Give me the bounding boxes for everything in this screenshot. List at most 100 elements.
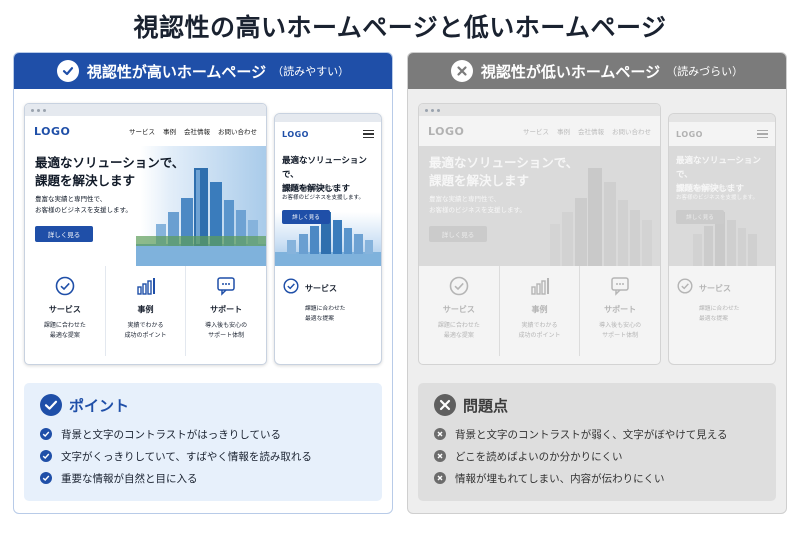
mobile-card-desc: 課題に合わせた 最適な提案 bbox=[305, 306, 346, 322]
nav-link-contact[interactable]: お問い合わせ bbox=[218, 126, 257, 136]
check-icon bbox=[40, 428, 52, 440]
card-desc: 課題に合わせた 最適な提案 bbox=[43, 322, 86, 339]
hamburger-menu-icon[interactable] bbox=[757, 130, 768, 138]
nav-link-company[interactable]: 会社情報 bbox=[578, 126, 604, 136]
hero-heading: 最適なソリューションで、 課題を解決します bbox=[35, 155, 185, 188]
x-icon bbox=[434, 472, 446, 484]
good-panel-title: 視認性が高いホームページ bbox=[86, 62, 267, 81]
x-circle-icon bbox=[450, 60, 473, 82]
bad-panel-title: 視認性が低いホームページ bbox=[480, 62, 661, 81]
check-circle-icon bbox=[55, 276, 75, 296]
check-icon bbox=[40, 450, 52, 462]
mobile-card-title: サービス bbox=[305, 283, 337, 293]
phone-chrome bbox=[669, 114, 775, 122]
feature-cards: サービス 課題に合わせた 最適な提案 事例 実績でわかる 成功のポイント サポート … bbox=[419, 266, 660, 356]
feature-card-cases[interactable]: 事例 実績でわかる 成功のポイント bbox=[500, 266, 581, 356]
learn-more-button[interactable]: 詳しく見る bbox=[429, 226, 487, 242]
desktop-mockup: LOGO サービス 事例 会社情報 お問い合わせ 最適なソリューションで、 課題… bbox=[418, 103, 661, 365]
card-title: サービス bbox=[48, 305, 81, 314]
points-box: ポイント 背景と文字のコントラストがはっきりしている 文字がくっきりしていて、す… bbox=[24, 383, 382, 501]
card-desc: 実績でわかる 成功のポイント bbox=[518, 322, 561, 339]
card-desc: 実績でわかる 成功のポイント bbox=[124, 322, 167, 339]
feature-card-support[interactable]: サポート 導入後も安心の サポート体制 bbox=[186, 266, 266, 356]
mobile-service-card[interactable]: サービス 課題に合わせた 最適な提案 bbox=[669, 266, 775, 324]
hero-heading: 最適なソリューションで、 課題を解決します bbox=[429, 155, 579, 188]
x-circle-icon bbox=[434, 394, 456, 416]
feature-card-support[interactable]: サポート 導入後も安心の サポート体制 bbox=[580, 266, 660, 356]
browser-chrome bbox=[25, 104, 266, 116]
card-title: 事例 bbox=[137, 305, 154, 314]
mobile-hero-subtext: 豊富な実績と専門性で、 お客様のビジネスを支援します。 bbox=[676, 186, 758, 201]
feature-cards: サービス 課題に合わせた 最適な提案 事例 実績でわかる 成功のポイント サポート … bbox=[25, 266, 266, 356]
browser-chrome bbox=[419, 104, 660, 116]
mobile-mockup: LOGO 最適なソリューションで、 課題を解決します 豊富な実績と専門性で、 お… bbox=[274, 113, 382, 365]
support-chat-icon bbox=[610, 276, 630, 296]
mobile-logo[interactable]: LOGO bbox=[282, 130, 309, 139]
check-circle-icon bbox=[56, 60, 79, 82]
check-circle-icon bbox=[40, 394, 62, 416]
hero-section: 最適なソリューションで、 課題を解決します 豊富な実績と専門性で、 お客様のビジ… bbox=[419, 146, 660, 266]
card-title: サービス bbox=[442, 305, 475, 314]
nav-link-cases[interactable]: 事例 bbox=[557, 126, 570, 136]
learn-more-button[interactable]: 詳しく見る bbox=[35, 226, 93, 242]
nav-link-services[interactable]: サービス bbox=[129, 126, 155, 136]
problems-list: 背景と文字のコントラストが弱く、文字がぼやけて見える どこを読めばよいのか分かり… bbox=[434, 423, 760, 489]
bar-chart-icon bbox=[530, 276, 550, 296]
hero-subtext: 豊富な実績と専門性で、 お客様のビジネスを支援します。 bbox=[429, 195, 526, 214]
list-item: 重要な情報が自然と目に入る bbox=[40, 467, 366, 489]
mobile-service-card[interactable]: サービス 課題に合わせた 最適な提案 bbox=[275, 266, 381, 324]
good-panel-header: 視認性が高いホームページ （読みやすい） bbox=[14, 53, 392, 89]
nav-link-contact[interactable]: お問い合わせ bbox=[612, 126, 651, 136]
feature-card-service[interactable]: サービス 課題に合わせた 最適な提案 bbox=[25, 266, 106, 356]
site-nav: LOGO サービス 事例 会社情報 お問い合わせ bbox=[419, 116, 660, 146]
card-desc: 導入後も安心の サポート体制 bbox=[599, 322, 642, 339]
bad-example-panel: 視認性が低いホームページ （読みづらい） LOGO サービス 事例 会社情報 お… bbox=[407, 52, 787, 514]
check-circle-icon bbox=[677, 278, 693, 298]
problems-box: 問題点 背景と文字のコントラストが弱く、文字がぼやけて見える どこを読めばよいの… bbox=[418, 383, 776, 501]
good-example-panel: 視認性が高いホームページ （読みやすい） LOGO サービス 事例 会社情報 お… bbox=[13, 52, 393, 514]
page-title: 視認性の高いホームページと低いホームページ bbox=[133, 13, 667, 42]
feature-card-service[interactable]: サービス 課題に合わせた 最適な提案 bbox=[419, 266, 500, 356]
list-item: どこを読めばよいのか分かりにくい bbox=[434, 445, 760, 467]
mobile-mockup: LOGO 最適なソリューションで、 課題を解決します 豊富な実績と専門性で、 お… bbox=[668, 113, 776, 365]
mobile-card-title: サービス bbox=[699, 283, 731, 293]
list-item: 背景と文字のコントラストがはっきりしている bbox=[40, 423, 366, 445]
mobile-card-desc: 課題に合わせた 最適な提案 bbox=[699, 306, 740, 322]
mobile-learn-more-button[interactable]: 詳しく見る bbox=[676, 210, 724, 224]
mobile-learn-more-button[interactable]: 詳しく見る bbox=[282, 210, 330, 224]
feature-card-cases[interactable]: 事例 実績でわかる 成功のポイント bbox=[106, 266, 187, 356]
list-item: 背景と文字のコントラストが弱く、文字がぼやけて見える bbox=[434, 423, 760, 445]
nav-link-cases[interactable]: 事例 bbox=[163, 126, 176, 136]
good-panel-note: （読みやすい） bbox=[272, 65, 350, 78]
hero-section: 最適なソリューションで、 課題を解決します 豊富な実績と専門性で、 お客様のビジ… bbox=[25, 146, 266, 266]
x-icon bbox=[434, 428, 446, 440]
bad-panel-note: （読みづらい） bbox=[666, 65, 744, 78]
bad-panel-header: 視認性が低いホームページ （読みづらい） bbox=[408, 53, 786, 89]
site-logo[interactable]: LOGO bbox=[34, 125, 70, 138]
check-circle-icon bbox=[283, 278, 299, 298]
site-logo[interactable]: LOGO bbox=[428, 125, 464, 138]
hamburger-menu-icon[interactable] bbox=[363, 130, 374, 138]
nav-link-services[interactable]: サービス bbox=[523, 126, 549, 136]
mobile-nav: LOGO bbox=[275, 122, 381, 146]
support-chat-icon bbox=[216, 276, 236, 296]
points-title: ポイント bbox=[69, 396, 130, 415]
phone-chrome bbox=[275, 114, 381, 122]
check-circle-icon bbox=[449, 276, 469, 296]
points-list: 背景と文字のコントラストがはっきりしている 文字がくっきりしていて、すばやく情報… bbox=[40, 423, 366, 489]
bar-chart-icon bbox=[136, 276, 156, 296]
x-icon bbox=[434, 450, 446, 462]
mobile-hero: 最適なソリューションで、 課題を解決します 豊富な実績と専門性で、 お客様のビジ… bbox=[275, 146, 381, 266]
mobile-hero-subtext: 豊富な実績と専門性で、 お客様のビジネスを支援します。 bbox=[282, 186, 364, 201]
hero-subtext: 豊富な実績と専門性で、 お客様のビジネスを支援します。 bbox=[35, 195, 132, 214]
nav-link-company[interactable]: 会社情報 bbox=[184, 126, 210, 136]
desktop-mockup: LOGO サービス 事例 会社情報 お問い合わせ 最適なソリューションで、 課題… bbox=[24, 103, 267, 365]
mobile-logo[interactable]: LOGO bbox=[676, 130, 703, 139]
mobile-nav: LOGO bbox=[669, 122, 775, 146]
problems-title: 問題点 bbox=[463, 396, 509, 415]
card-desc: 導入後も安心の サポート体制 bbox=[205, 322, 248, 339]
list-item: 文字がくっきりしていて、すばやく情報を読み取れる bbox=[40, 445, 366, 467]
check-icon bbox=[40, 472, 52, 484]
card-title: サポート bbox=[604, 305, 637, 314]
card-title: サポート bbox=[210, 305, 243, 314]
